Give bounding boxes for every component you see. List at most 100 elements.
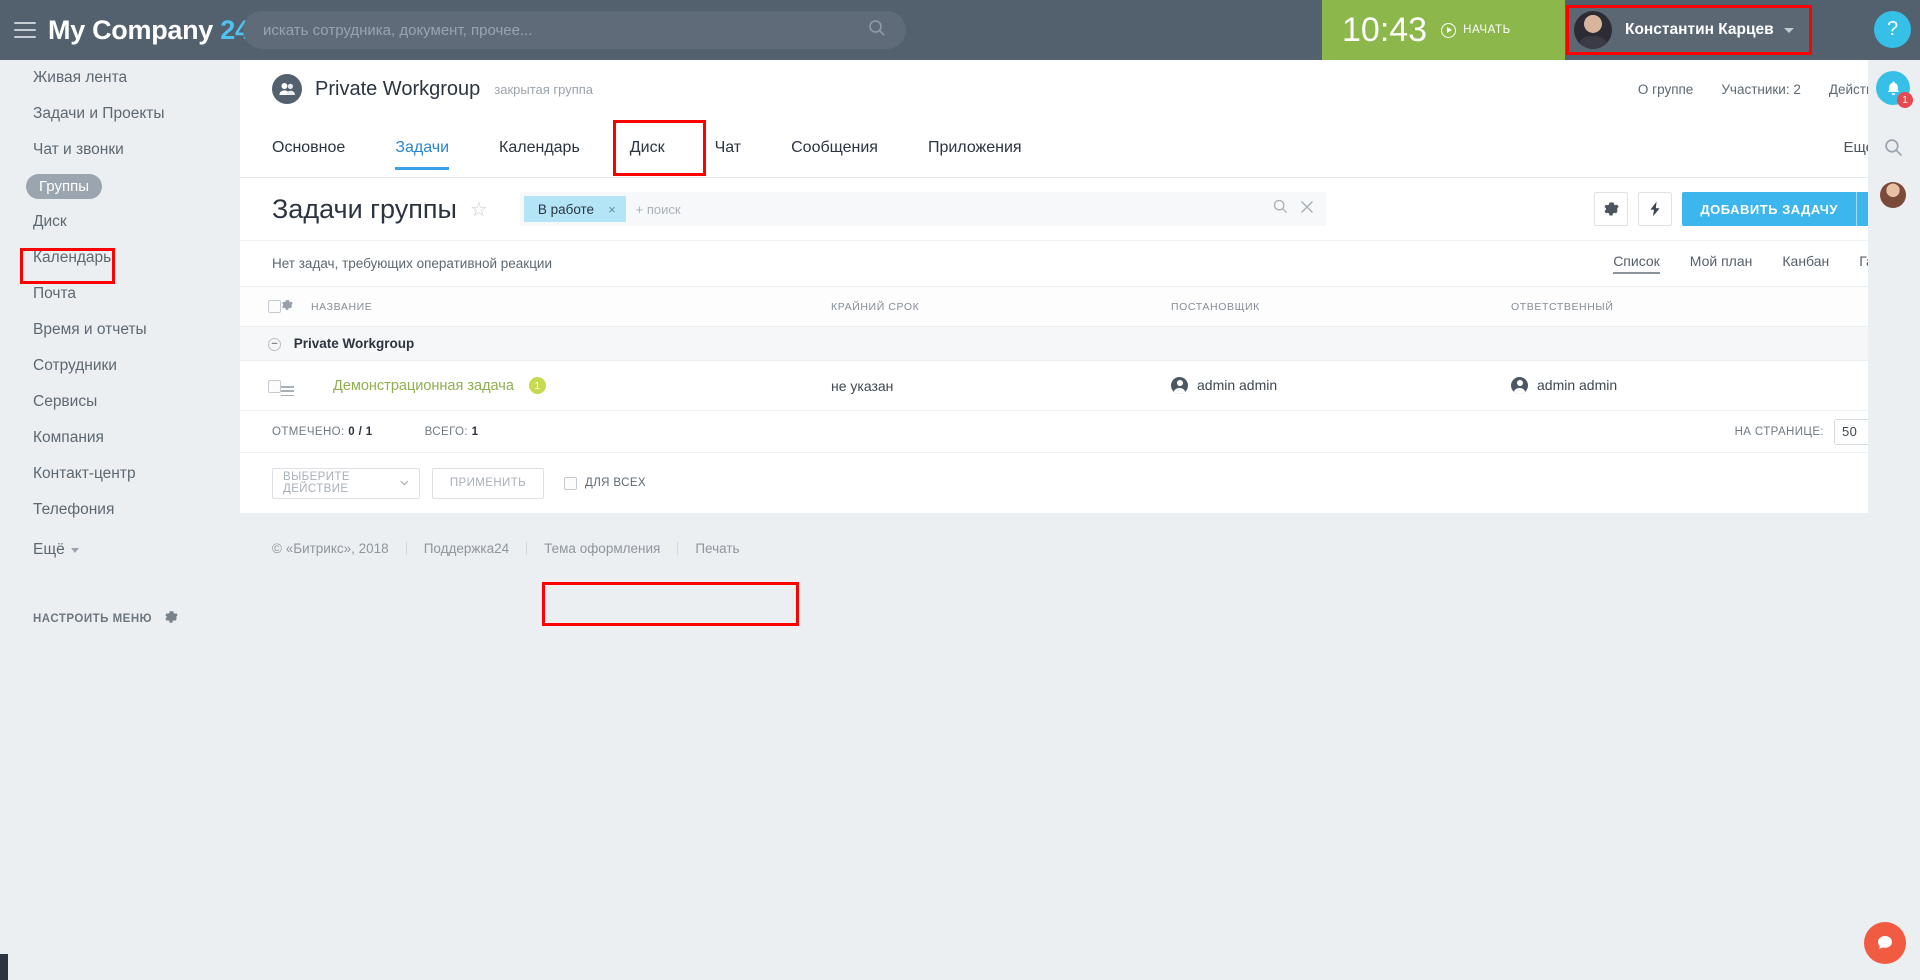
help-button[interactable]: ? (1874, 11, 1911, 48)
setup-menu-button[interactable]: НАСТРОИТЬ МЕНЮ (0, 610, 240, 627)
group-header-links: О группе Участники: 2 Действия (1638, 82, 1888, 97)
filter-bar: Задачи группы ☆ В работе × + поиск ДОБАВ… (240, 178, 1920, 240)
sidebar-item-7[interactable]: Время и отчеты (0, 312, 240, 348)
global-search[interactable] (243, 11, 906, 49)
close-icon[interactable]: × (608, 202, 616, 217)
filter-field[interactable]: В работе × + поиск (519, 192, 1326, 226)
sidebar-item-8[interactable]: Сотрудники (0, 348, 240, 384)
collapse-icon[interactable]: − (268, 337, 281, 351)
tab-1[interactable]: Задачи (395, 118, 449, 178)
sidebar-item-11[interactable]: Контакт-центр (0, 456, 240, 492)
sidebar-item-5[interactable]: Календарь (0, 240, 240, 276)
tab-6[interactable]: Приложения (928, 118, 1022, 178)
column-header-name[interactable]: НАЗВАНИЕ (311, 286, 831, 327)
right-rail: 1 (1864, 60, 1920, 980)
work-timer[interactable]: 10:43 НАЧАТЬ (1322, 0, 1565, 60)
sidebar-item-label: Время и отчеты (33, 321, 147, 338)
sidebar-item-label: Сотрудники (33, 357, 117, 374)
menu-toggle-icon[interactable] (14, 22, 36, 38)
highlight-box-task-name (542, 582, 799, 626)
sidebar-item-4[interactable]: Диск (0, 204, 240, 240)
sidebar-item-label: Группы (26, 173, 102, 199)
timer-start-button[interactable]: НАЧАТЬ (1441, 22, 1511, 38)
row-checkbox[interactable] (268, 380, 281, 394)
search-input[interactable] (243, 21, 868, 39)
sidebar-item-0[interactable]: Живая лента (0, 60, 240, 96)
user-menu[interactable]: Константин Карцев (1566, 5, 1812, 55)
sidebar-item-more[interactable]: Ещё (0, 532, 240, 568)
settings-button[interactable] (1594, 192, 1629, 226)
column-header-deadline[interactable]: КРАЙНИЙ СРОК (831, 286, 1171, 327)
sidebar-item-3[interactable]: Группы (0, 168, 240, 204)
task-comment-badge: 1 (528, 377, 546, 395)
tab-3[interactable]: Диск (630, 118, 665, 178)
group-title: Private Workgroup (315, 77, 481, 100)
filter-actions (1273, 199, 1326, 219)
column-header-responsible[interactable]: ОТВЕТСТВЕННЫЙ (1511, 286, 1920, 327)
group-header-link-0[interactable]: О группе (1638, 82, 1693, 97)
tab-4[interactable]: Чат (715, 118, 742, 178)
for-all-checkbox[interactable] (564, 476, 577, 490)
checked-label: ОТМЕЧЕНО: (272, 425, 345, 438)
drag-handle-icon[interactable] (281, 386, 294, 397)
app-logo[interactable]: My Company 24 (48, 15, 250, 46)
sub-bar: Нет задач, требующих оперативной реакции… (240, 240, 1920, 286)
sidebar-item-label: Телефония (33, 501, 115, 518)
view-tab-2[interactable]: Канбан (1782, 253, 1829, 274)
table-row[interactable]: Демонстрационная задача 1 не указан admi… (240, 360, 1920, 411)
group-header: Private Workgroup закрытая группа О груп… (240, 60, 1920, 118)
sidebar-item-label: Контакт-центр (33, 465, 136, 482)
column-header-creator[interactable]: ПОСТАНОВЩИК (1171, 286, 1511, 327)
task-creator-name[interactable]: admin admin (1197, 377, 1277, 393)
tab-label: Основное (272, 138, 346, 156)
sidebar-item-1[interactable]: Задачи и Проекты (0, 96, 240, 132)
tab-0[interactable]: Основное (272, 118, 345, 178)
group-header-link-1[interactable]: Участники: 2 (1721, 82, 1801, 97)
sidebar-item-10[interactable]: Компания (0, 420, 240, 456)
sidebar-item-2[interactable]: Чат и звонки (0, 132, 240, 168)
column-settings-header (281, 286, 311, 327)
task-responsible-cell: admin admin (1511, 360, 1920, 411)
task-name-link[interactable]: Демонстрационная задача (333, 378, 514, 394)
tab-label: Сообщения (791, 138, 878, 156)
gear-icon[interactable] (281, 300, 293, 314)
stats-row: ОТМЕЧЕНО: 0 / 1 ВСЕГО: 1 НА СТРАНИЦЕ: 50 (240, 411, 1920, 453)
sidebar-item-12[interactable]: Телефония (0, 492, 240, 528)
task-responsible-name[interactable]: admin admin (1537, 377, 1617, 393)
filter-chip-label: В работе (537, 201, 595, 217)
avatar[interactable] (1880, 182, 1906, 208)
tab-label: Задачи (395, 138, 450, 156)
view-tab-1[interactable]: Мой план (1690, 253, 1753, 274)
filter-search-hint[interactable]: + поиск (636, 202, 681, 217)
clear-filter-icon[interactable] (1300, 200, 1314, 219)
notifications-button[interactable]: 1 (1876, 71, 1913, 108)
search-icon[interactable] (1273, 199, 1288, 219)
automation-button[interactable] (1638, 192, 1673, 226)
view-tab-0[interactable]: Список (1613, 253, 1660, 274)
sidebar-item-label: Календарь (33, 249, 112, 266)
add-task-button[interactable]: ДОБАВИТЬ ЗАДАЧУ (1682, 192, 1888, 226)
for-all-control[interactable]: ДЛЯ ВСЕХ (564, 476, 646, 490)
filter-chip-in-progress[interactable]: В работе × (523, 196, 626, 222)
open-chat-button[interactable] (1864, 922, 1906, 964)
footer-link-theme[interactable]: Тема оформления (544, 541, 660, 556)
logo-text: My Company (48, 14, 214, 45)
footer-link-print[interactable]: Печать (695, 541, 739, 556)
sidebar-item-label: Компания (33, 429, 104, 446)
tab-2[interactable]: Календарь (499, 118, 580, 178)
user-name: Константин Карцев (1625, 21, 1774, 38)
sidebar-item-label: Чат и звонки (33, 141, 124, 158)
search-icon[interactable] (1884, 138, 1903, 162)
action-select[interactable]: ВЫБЕРИТЕ ДЕЙСТВИЕ (272, 467, 420, 499)
apply-button[interactable]: ПРИМЕНИТЬ (432, 467, 544, 499)
chevron-down-icon (1783, 27, 1794, 33)
row-drag-cell (281, 360, 311, 411)
tab-5[interactable]: Сообщения (791, 118, 878, 178)
select-all-checkbox[interactable] (268, 300, 281, 313)
footer-link-support[interactable]: Поддержка24 (424, 541, 509, 556)
favorite-star-icon[interactable]: ☆ (470, 197, 488, 222)
sidebar-item-9[interactable]: Сервисы (0, 384, 240, 420)
sidebar: Живая лента Задачи и Проекты Чат и звонки Г… (0, 60, 240, 980)
tasks-table-head: НАЗВАНИЕ КРАЙНИЙ СРОК ПОСТАНОВЩИК ОТВЕТС… (240, 286, 1920, 327)
sidebar-item-6[interactable]: Почта (0, 276, 240, 312)
